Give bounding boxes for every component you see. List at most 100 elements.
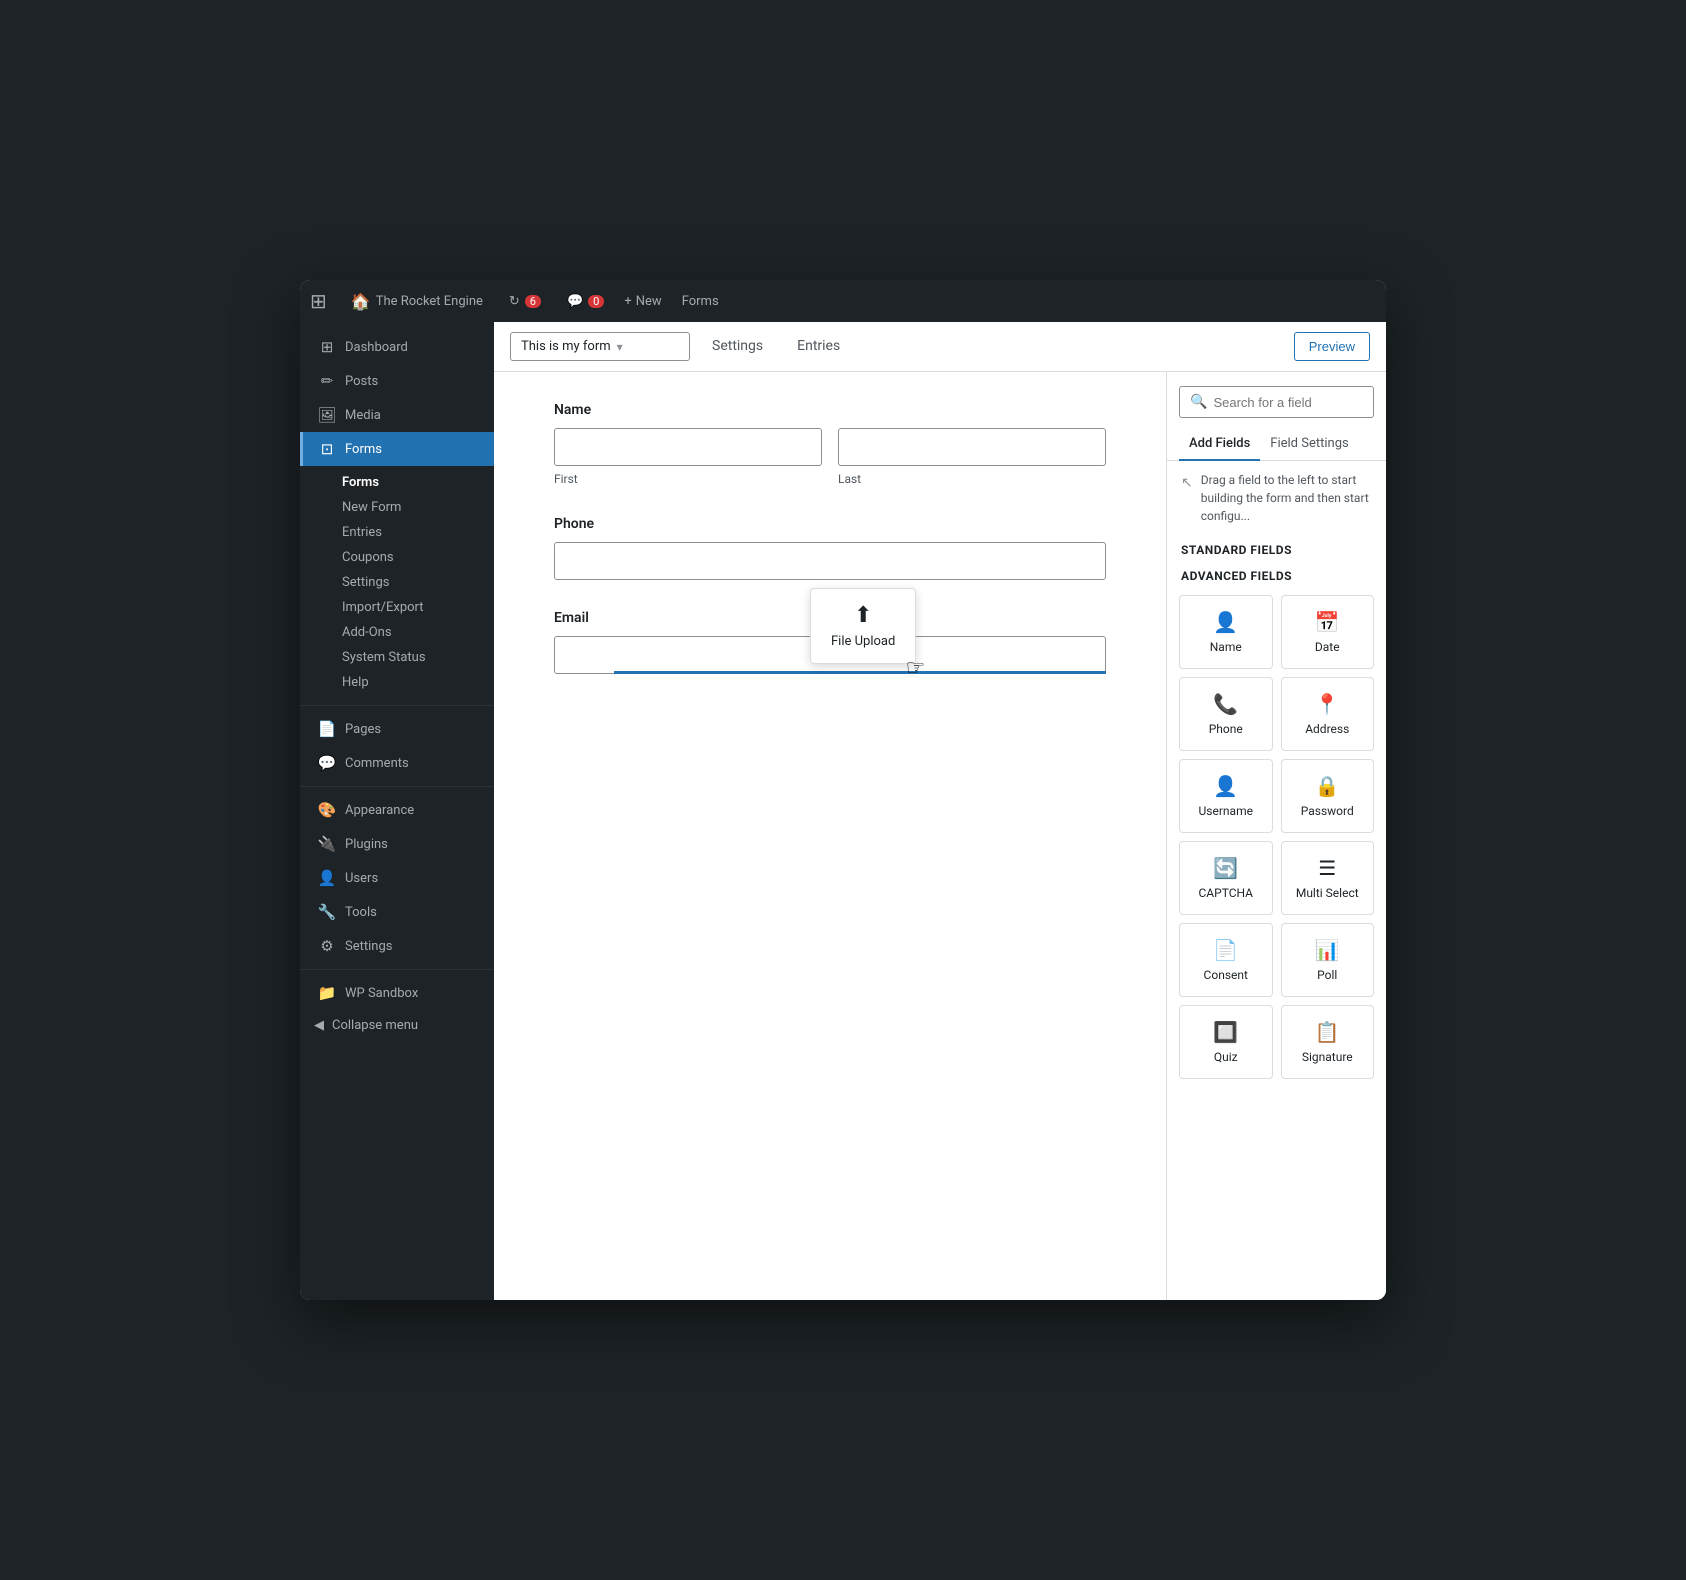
app-window: ⊞ 🏠 The Rocket Engine ↻ 6 💬 0 + New Form… — [300, 280, 1386, 1300]
updates-count: 6 — [525, 295, 541, 308]
admin-bar-new[interactable]: + New — [624, 294, 661, 309]
field-card-poll-label: Poll — [1317, 968, 1337, 982]
submenu-new-form[interactable]: New Form — [300, 495, 494, 520]
file-upload-tooltip: ⬆ File Upload ☞ — [810, 588, 916, 664]
cursor-icon: ☞ — [906, 656, 926, 681]
sidebar-item-appearance[interactable]: 🎨 Appearance — [300, 793, 494, 827]
field-card-signature[interactable]: 📋 Signature — [1281, 1005, 1375, 1079]
submenu-new-form-label: New Form — [342, 500, 401, 515]
sidebar-item-tools[interactable]: 🔧 Tools — [300, 895, 494, 929]
sidebar-item-forms[interactable]: ⊡ Forms — [300, 432, 494, 466]
field-card-poll[interactable]: 📊 Poll — [1281, 923, 1375, 997]
field-icon-consent: 📄 — [1213, 938, 1238, 962]
field-card-quiz[interactable]: 🔲 Quiz — [1179, 1005, 1273, 1079]
media-icon: 🖼 — [317, 406, 337, 424]
field-card-consent-label: Consent — [1204, 968, 1248, 982]
dashboard-icon: ⊞ — [317, 338, 337, 356]
field-card-address-label: Address — [1305, 722, 1349, 736]
site-name: The Rocket Engine — [376, 294, 483, 309]
field-icon-quiz: 🔲 — [1213, 1020, 1238, 1044]
panel-tab-field-settings[interactable]: Field Settings — [1260, 428, 1358, 461]
admin-bar-forms[interactable]: Forms — [676, 290, 725, 313]
submenu-coupons[interactable]: Coupons — [300, 545, 494, 570]
sidebar-item-pages-label: Pages — [345, 722, 381, 737]
field-card-date[interactable]: 📅 Date — [1281, 595, 1375, 669]
new-label: New — [636, 294, 662, 309]
panel-tab-add-fields[interactable]: Add Fields — [1179, 428, 1260, 461]
sidebar-item-tools-label: Tools — [345, 905, 377, 920]
phone-input[interactable] — [554, 542, 1106, 580]
field-card-name[interactable]: 👤 Name — [1179, 595, 1273, 669]
wp-logo[interactable]: ⊞ — [310, 289, 327, 313]
forms-label: Forms — [682, 294, 719, 309]
submenu-import-export[interactable]: Import/Export — [300, 595, 494, 620]
field-search[interactable]: 🔍 — [1179, 386, 1374, 418]
field-card-password[interactable]: 🔒 Password — [1281, 759, 1375, 833]
preview-button[interactable]: Preview — [1294, 332, 1370, 361]
field-card-captcha[interactable]: 🔄 CAPTCHA — [1179, 841, 1273, 915]
field-icon-date: 📅 — [1315, 610, 1340, 634]
form-selector-value: This is my form — [521, 339, 611, 354]
sidebar-item-dashboard[interactable]: ⊞ Dashboard — [300, 330, 494, 364]
admin-bar: ⊞ 🏠 The Rocket Engine ↻ 6 💬 0 + New Form… — [300, 280, 1386, 322]
field-card-phone[interactable]: 📞 Phone — [1179, 677, 1273, 751]
sidebar-item-comments[interactable]: 💬 Comments — [300, 746, 494, 780]
admin-bar-updates[interactable]: ↻ 6 — [503, 290, 547, 313]
submenu-add-ons[interactable]: Add-Ons — [300, 620, 494, 645]
submenu-forms[interactable]: Forms — [300, 470, 494, 495]
form-selector[interactable]: This is my form ▾ — [510, 332, 690, 361]
tab-settings[interactable]: Settings — [700, 330, 775, 365]
field-card-multi-select[interactable]: ☰ Multi Select — [1281, 841, 1375, 915]
standard-fields-title: Standard Fields — [1167, 535, 1386, 561]
tab-entries[interactable]: Entries — [785, 330, 852, 365]
collapse-label: Collapse menu — [332, 1018, 418, 1033]
field-icon-captcha: 🔄 — [1213, 856, 1238, 880]
field-icon-phone: 📞 — [1213, 692, 1238, 716]
comments-icon: 💬 — [567, 294, 583, 309]
submenu-system-status[interactable]: System Status — [300, 645, 494, 670]
sidebar-item-users[interactable]: 👤 Users — [300, 861, 494, 895]
divider-1 — [300, 705, 494, 706]
main-layout: ⊞ Dashboard ✏ Posts 🖼 Media ⊡ Forms Form… — [300, 322, 1386, 1300]
phone-field-label: Phone — [554, 516, 1106, 532]
sidebar-item-pages[interactable]: 📄 Pages — [300, 712, 494, 746]
sidebar-collapse[interactable]: ◀ Collapse menu — [300, 1010, 494, 1041]
last-name-sublabel: Last — [838, 472, 1106, 486]
appearance-icon: 🎨 — [317, 801, 337, 819]
field-card-address[interactable]: 📍 Address — [1281, 677, 1375, 751]
submenu-settings-label: Settings — [342, 575, 389, 590]
field-card-phone-label: Phone — [1209, 722, 1243, 736]
submenu-settings[interactable]: Settings — [300, 570, 494, 595]
field-card-quiz-label: Quiz — [1214, 1050, 1238, 1064]
last-name-input[interactable] — [838, 428, 1106, 466]
field-icon-multi-select: ☰ — [1318, 856, 1336, 880]
field-search-input[interactable] — [1213, 395, 1363, 410]
field-icon-password: 🔒 — [1315, 774, 1340, 798]
first-name-input[interactable] — [554, 428, 822, 466]
field-card-consent[interactable]: 📄 Consent — [1179, 923, 1273, 997]
sidebar-item-wp-sandbox[interactable]: 📁 WP Sandbox — [300, 976, 494, 1010]
field-card-captcha-label: CAPTCHA — [1198, 886, 1253, 900]
field-card-username-label: Username — [1199, 804, 1253, 818]
field-icon-username: 👤 — [1213, 774, 1238, 798]
updates-icon: ↻ — [509, 294, 520, 309]
sidebar-item-posts[interactable]: ✏ Posts — [300, 364, 494, 398]
sidebar: ⊞ Dashboard ✏ Posts 🖼 Media ⊡ Forms Form… — [300, 322, 494, 1300]
sidebar-item-settings-label: Settings — [345, 939, 392, 954]
field-card-username[interactable]: 👤 Username — [1179, 759, 1273, 833]
submenu-entries[interactable]: Entries — [300, 520, 494, 545]
sidebar-item-settings[interactable]: ⚙ Settings — [300, 929, 494, 963]
admin-bar-site[interactable]: 🏠 The Rocket Engine — [345, 288, 489, 315]
submenu-help[interactable]: Help — [300, 670, 494, 695]
first-name-field: First — [554, 428, 822, 486]
sidebar-item-forms-label: Forms — [345, 442, 382, 457]
home-icon: 🏠 — [351, 292, 371, 311]
sidebar-item-plugins[interactable]: 🔌 Plugins — [300, 827, 494, 861]
forms-nav-icon: ⊡ — [317, 440, 337, 458]
submenu-coupons-label: Coupons — [342, 550, 394, 565]
sidebar-item-media[interactable]: 🖼 Media — [300, 398, 494, 432]
settings-icon: ⚙ — [317, 937, 337, 955]
submenu-add-ons-label: Add-Ons — [342, 625, 392, 640]
admin-bar-comments[interactable]: 💬 0 — [561, 290, 610, 313]
form-canvas: Name First Last — [494, 372, 1166, 1300]
